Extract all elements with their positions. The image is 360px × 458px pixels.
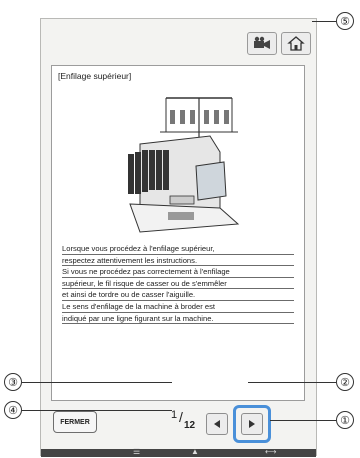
video-camera-icon: [254, 36, 270, 49]
arrow-right-icon: [249, 420, 255, 428]
text-line: supérieur, le fil risque de casser ou de…: [62, 278, 294, 290]
callout-leader-2: [248, 382, 336, 383]
text-line: Le sens d'enfilage de la machine à brode…: [62, 301, 294, 313]
video-button[interactable]: [247, 32, 277, 55]
page-indicator: 1 / 12: [165, 409, 205, 439]
close-button[interactable]: FERMER: [53, 411, 97, 433]
callout-1: ①: [336, 411, 354, 429]
callout-leader-5: [312, 21, 336, 22]
callout-leader-3: [22, 382, 172, 383]
thread-direction-glyph: ⟷: [265, 447, 277, 456]
instruction-card: [Enfilage supérieur] Lorsque vous procéd…: [51, 65, 305, 401]
top-bar: [41, 19, 316, 65]
text-line: respectez attentivement les instructions…: [62, 255, 294, 267]
previous-page-button[interactable]: [206, 413, 228, 435]
callout-2: ②: [336, 373, 354, 391]
total-pages: 12: [184, 420, 196, 431]
text-line: indiqué par une ligne figurant sur la ma…: [62, 313, 294, 325]
text-line: Si vous ne procédez pas correctement à l…: [62, 266, 294, 278]
machine-status-strip: ☰ ▲ ⟷: [41, 447, 316, 457]
list-icon: ☰: [133, 447, 141, 456]
instruction-text: Lorsque vous procédez à l'enfilage supér…: [62, 243, 294, 325]
callout-4: ④: [4, 401, 22, 419]
callout-leader-1: [270, 420, 336, 421]
arrow-left-icon: [214, 420, 220, 428]
callout-3: ③: [4, 373, 22, 391]
machine-icon: ▲: [191, 447, 199, 456]
embroidery-machine-illustration: [128, 97, 240, 233]
next-page-button[interactable]: [241, 413, 263, 435]
text-line: et ainsi de tordre ou de casser l'aiguil…: [62, 289, 294, 301]
callout-leader-4: [22, 410, 172, 411]
page-separator: /: [179, 409, 183, 425]
text-line: Lorsque vous procédez à l'enfilage supér…: [62, 243, 294, 255]
card-title: [Enfilage supérieur]: [58, 71, 132, 81]
callout-5: ⑤: [336, 12, 354, 30]
lcd-screen: [Enfilage supérieur] Lorsque vous procéd…: [40, 18, 317, 457]
home-icon: [287, 36, 305, 51]
home-button[interactable]: [281, 32, 311, 55]
